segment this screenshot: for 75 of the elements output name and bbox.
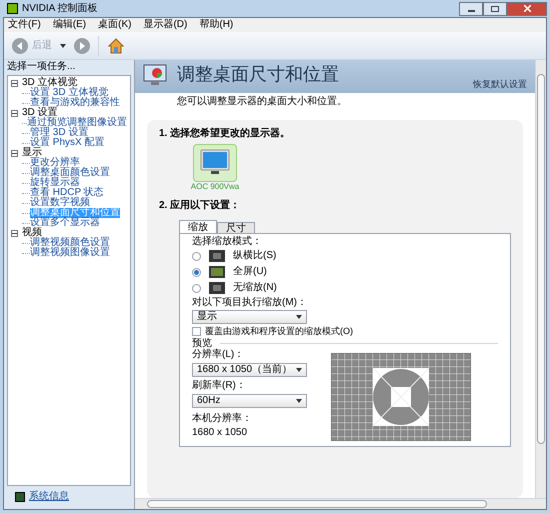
tree-item[interactable]: 查看 HDCP 状态: [30, 188, 104, 198]
menu-item[interactable]: 文件(F): [8, 20, 41, 30]
tree-category[interactable]: 视频: [22, 228, 42, 238]
tree-category[interactable]: 显示: [22, 148, 42, 158]
menu-item[interactable]: 帮助(H): [199, 20, 234, 30]
back-icon[interactable]: [12, 38, 28, 54]
field-label: 分辨率(L)：: [192, 349, 246, 360]
tree-item[interactable]: 管理 3D 设置: [30, 128, 88, 138]
scaling-mode-icon: [209, 282, 225, 294]
tree-item[interactable]: 调整视频颜色设置: [30, 238, 110, 248]
resolution-dropdown[interactable]: 1680 x 1050（当前）: [192, 363, 307, 377]
sidebar-heading: 选择一项任务...: [7, 61, 76, 73]
collapse-icon[interactable]: [11, 110, 18, 116]
checkbox-label[interactable]: 覆盖由游戏和程序设置的缩放模式(O): [205, 326, 353, 336]
scaling-mode-icon: [209, 250, 225, 262]
field-label: 本机分辨率：: [192, 413, 253, 424]
forward-icon[interactable]: [74, 38, 90, 54]
step-heading: 2. 应用以下设置：: [159, 200, 242, 212]
close-icon[interactable]: [524, 5, 530, 12]
monitor-icon: [200, 149, 230, 177]
field-label: 刷新率(R)：: [192, 380, 247, 391]
horizontal-scrollbar[interactable]: [135, 498, 546, 509]
tab[interactable]: 尺寸: [217, 222, 255, 233]
native-resolution: 1680 x 1050: [192, 427, 248, 438]
radio-button[interactable]: [192, 284, 201, 292]
scaling-target-dropdown[interactable]: 显示: [192, 310, 307, 324]
radio-button[interactable]: [192, 268, 201, 276]
monitor-tile[interactable]: [193, 144, 237, 182]
app-icon: [7, 3, 18, 14]
radio-label[interactable]: 纵横比(S): [233, 251, 276, 261]
radio-label[interactable]: 无缩放(N): [233, 283, 277, 293]
restore-defaults-link[interactable]: 恢复默认设置: [473, 79, 527, 89]
tree-item[interactable]: 设置 3D 立体视觉: [30, 88, 108, 98]
minimize-icon[interactable]: [459, 2, 483, 16]
monitor-name: AOC 900Vwa: [190, 182, 240, 192]
collapse-icon[interactable]: [11, 80, 18, 86]
tree-item[interactable]: 设置 PhysX 配置: [30, 138, 104, 148]
checkbox[interactable]: [192, 326, 201, 336]
page-title: 调整桌面尺寸和位置: [177, 65, 339, 85]
tab[interactable]: 缩放: [179, 220, 217, 233]
system-info-link[interactable]: 系统信息: [29, 492, 69, 502]
refresh-rate-dropdown[interactable]: 60Hz: [192, 394, 307, 408]
collapse-icon[interactable]: [11, 230, 18, 236]
menu-item[interactable]: 编辑(E): [52, 20, 86, 30]
tree-item[interactable]: 查看与游戏的兼容性: [30, 98, 120, 108]
section-label: 预览: [192, 338, 212, 349]
tree-item[interactable]: 设置多个显示器: [30, 218, 100, 228]
page-description: 您可以调整显示器的桌面大小和位置。: [176, 94, 348, 108]
caret-icon: [296, 399, 302, 403]
vertical-scrollbar[interactable]: [535, 60, 546, 498]
tree-category[interactable]: 3D 设置: [22, 108, 58, 118]
tree-item[interactable]: 旋转显示器: [30, 178, 80, 188]
maximize-icon[interactable]: [483, 2, 507, 16]
menu-item[interactable]: 显示器(D): [143, 20, 188, 30]
tree-item[interactable]: 调整桌面颜色设置: [30, 168, 110, 178]
radio-label[interactable]: 全屏(U): [233, 267, 267, 277]
home-icon[interactable]: [107, 36, 125, 54]
section-label: 选择缩放模式：: [192, 236, 263, 247]
monitor-icon: [143, 63, 169, 87]
collapse-icon[interactable]: [11, 150, 18, 156]
tree-item[interactable]: 调整视频图像设置: [30, 248, 110, 258]
caret-icon: [296, 315, 302, 319]
tree-item[interactable]: 更改分辨率: [30, 158, 80, 168]
menu-item[interactable]: 桌面(K): [98, 20, 132, 30]
tree-category[interactable]: 3D 立体视觉: [22, 78, 78, 88]
caret-icon: [60, 44, 66, 48]
info-icon: [15, 492, 25, 502]
tree-item[interactable]: 通过预览调整图像设置: [27, 118, 127, 128]
step-heading: 1. 选择您希望更改的显示器。: [159, 128, 292, 140]
caret-icon: [296, 368, 302, 372]
field-label: 对以下项目执行缩放(M)：: [192, 297, 308, 308]
window-title: NVIDIA 控制面板: [22, 4, 98, 14]
tree-item[interactable]: 设置数字视频: [30, 198, 90, 208]
scaling-mode-icon: [209, 266, 225, 278]
radio-button[interactable]: [192, 252, 201, 260]
